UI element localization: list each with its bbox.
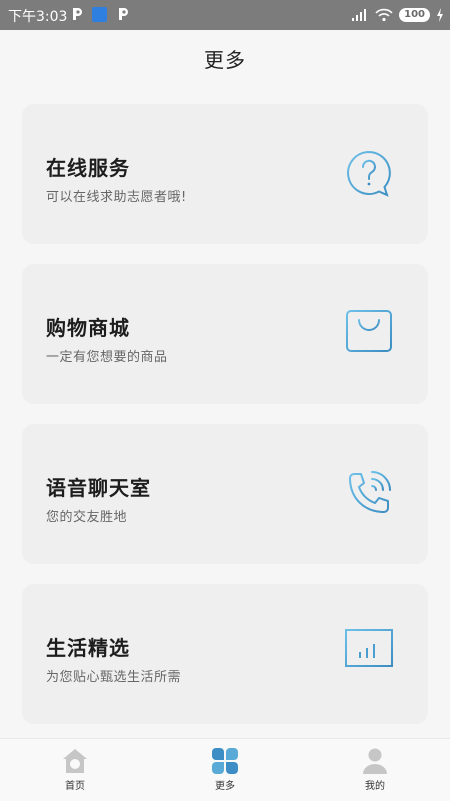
notification-app-icon xyxy=(92,7,107,22)
card-life-selection[interactable]: 生活精选 为您贴心甄选生活所需 xyxy=(22,584,428,724)
monitor-chart-icon xyxy=(345,629,393,673)
more-icon xyxy=(212,748,238,774)
status-bar: 下午3:03 100 xyxy=(0,0,450,30)
profile-icon xyxy=(363,748,387,774)
charging-icon xyxy=(437,8,443,22)
help-chat-icon xyxy=(347,150,391,197)
signal-icon xyxy=(352,9,367,21)
nav-item-profile[interactable]: 我的 xyxy=(345,747,405,792)
card-online-service[interactable]: 在线服务 可以在线求助志愿者哦! xyxy=(22,104,428,244)
page-title: 更多 xyxy=(204,48,246,72)
phone-call-icon xyxy=(349,471,391,513)
card-title: 生活精选 xyxy=(46,636,130,660)
nav-label: 更多 xyxy=(215,781,235,792)
bottom-nav: 首页 更多 我的 xyxy=(0,738,450,801)
card-description: 可以在线求助志愿者哦! xyxy=(46,190,187,205)
card-shopping-mall[interactable]: 购物商城 一定有您想要的商品 xyxy=(22,264,428,404)
card-description: 一定有您想要的商品 xyxy=(46,350,168,365)
parking-app-icon xyxy=(73,8,82,20)
status-time: 下午3:03 xyxy=(8,9,68,25)
card-description: 您的交友胜地 xyxy=(46,510,128,525)
shopping-bag-icon xyxy=(346,310,392,352)
card-voice-chatroom[interactable]: 语音聊天室 您的交友胜地 xyxy=(22,424,428,564)
card-title: 语音聊天室 xyxy=(46,476,151,500)
home-icon xyxy=(63,749,87,773)
parking-app-icon xyxy=(119,8,128,20)
nav-item-more[interactable]: 更多 xyxy=(195,747,255,792)
card-title: 在线服务 xyxy=(46,156,130,180)
battery-indicator: 100 xyxy=(399,8,430,22)
card-title: 购物商城 xyxy=(46,316,130,340)
nav-label: 我的 xyxy=(365,781,385,792)
wifi-icon xyxy=(375,8,393,22)
nav-label: 首页 xyxy=(65,781,85,792)
nav-item-home[interactable]: 首页 xyxy=(45,747,105,792)
card-description: 为您贴心甄选生活所需 xyxy=(46,670,182,685)
